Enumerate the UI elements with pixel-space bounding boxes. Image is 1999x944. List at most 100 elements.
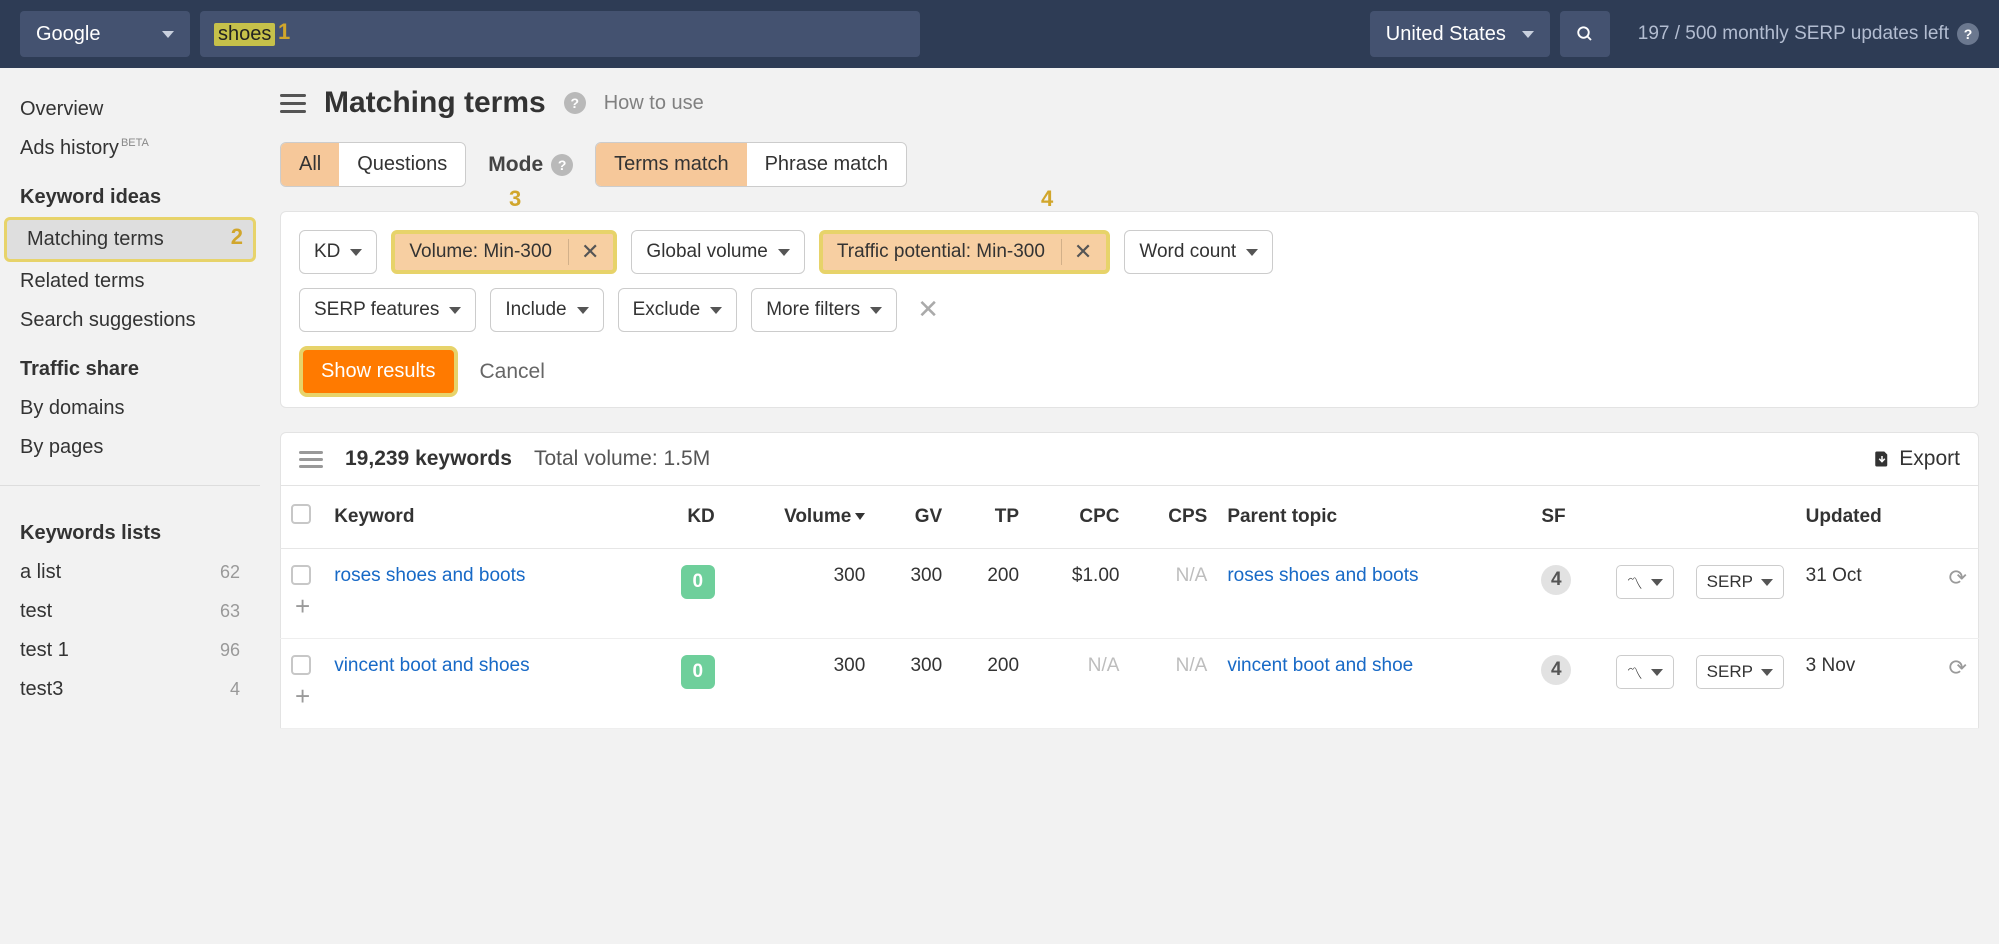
serp-dropdown[interactable]: SERP — [1696, 565, 1784, 599]
sidebar-list-item[interactable]: test 196 — [0, 631, 260, 670]
sidebar-item-label: Overview — [20, 98, 103, 121]
filters-panel: 3 4 KD Volume: Min-300 ✕ Global volume T… — [280, 211, 1979, 408]
cell-tp: 200 — [952, 549, 1029, 639]
chevron-down-icon — [162, 31, 174, 38]
close-icon[interactable]: ✕ — [1061, 239, 1092, 265]
col-keyword[interactable]: Keyword — [324, 486, 644, 549]
list-count: 4 — [230, 679, 240, 700]
cell-tp: 200 — [952, 639, 1029, 729]
search-icon — [1576, 24, 1594, 44]
keyword-link[interactable]: vincent boot and shoes — [334, 655, 529, 676]
filter-traffic-potential[interactable]: Traffic potential: Min-300 ✕ — [819, 230, 1110, 274]
sf-badge: 4 — [1541, 655, 1571, 685]
download-icon — [1873, 449, 1891, 469]
refresh-icon[interactable]: ⟳ — [1949, 655, 1967, 680]
tab-all[interactable]: All — [281, 143, 339, 186]
list-icon[interactable] — [299, 451, 323, 468]
sidebar-list-item[interactable]: test63 — [0, 592, 260, 631]
sidebar-item-label: Ads historyBETA — [20, 137, 149, 160]
keyword-search-input[interactable]: shoes 1 — [200, 11, 920, 57]
row-checkbox[interactable] — [291, 565, 311, 585]
divider — [0, 485, 260, 486]
row-checkbox[interactable] — [291, 655, 311, 675]
col-sf[interactable]: SF — [1531, 486, 1605, 549]
list-count: 63 — [220, 601, 240, 622]
trend-icon: 〽 — [1627, 660, 1643, 684]
show-results-button[interactable]: Show results — [299, 346, 458, 397]
col-kd[interactable]: KD — [645, 486, 725, 549]
help-icon[interactable]: ? — [564, 92, 586, 114]
sidebar-list-item[interactable]: test3 4 — [0, 670, 260, 709]
sidebar-item-label: Matching terms — [27, 228, 164, 251]
table-row: + roses shoes and boots 0 300 300 200 $1… — [281, 549, 1979, 639]
export-button[interactable]: Export — [1873, 447, 1960, 471]
select-all-checkbox[interactable] — [291, 504, 311, 524]
chevron-down-icon — [350, 249, 362, 256]
search-engine-select[interactable]: Google — [20, 11, 190, 57]
parent-topic-link[interactable]: roses shoes and boots — [1227, 565, 1418, 586]
results-header: 19,239 keywords Total volume: 1.5M Expor… — [280, 432, 1979, 486]
annotation-2: 2 — [231, 224, 243, 250]
close-icon[interactable]: ✕ — [568, 239, 599, 265]
cancel-button[interactable]: Cancel — [480, 360, 545, 384]
tab-phrase-match[interactable]: Phrase match — [747, 143, 906, 186]
expand-icon[interactable]: + — [291, 591, 314, 621]
col-cpc[interactable]: CPC — [1029, 486, 1129, 549]
col-parent[interactable]: Parent topic — [1217, 486, 1531, 549]
tab-questions[interactable]: Questions — [339, 143, 465, 186]
serp-dropdown[interactable]: SERP — [1696, 655, 1784, 689]
col-updated[interactable]: Updated — [1796, 486, 1939, 549]
trend-dropdown[interactable]: 〽 — [1616, 565, 1674, 599]
sidebar-item-by-pages[interactable]: By pages — [0, 428, 260, 467]
parent-topic-link[interactable]: vincent boot and shoe — [1227, 655, 1413, 676]
filter-more[interactable]: More filters — [751, 288, 897, 332]
sidebar-item-matching-terms[interactable]: Matching terms 2 — [4, 217, 256, 262]
export-label: Export — [1899, 447, 1960, 471]
expand-icon[interactable]: + — [291, 681, 314, 711]
menu-icon[interactable] — [280, 94, 306, 113]
search-button[interactable] — [1560, 11, 1610, 57]
keyword-link[interactable]: roses shoes and boots — [334, 565, 525, 586]
filter-word-count[interactable]: Word count — [1124, 230, 1273, 274]
filter-exclude[interactable]: Exclude — [618, 288, 738, 332]
cell-updated: 31 Oct — [1796, 549, 1939, 639]
col-volume[interactable]: Volume — [725, 486, 876, 549]
sidebar-item-by-domains[interactable]: By domains — [0, 389, 260, 428]
filter-label: Global volume — [646, 241, 767, 263]
annotation-3: 3 — [509, 186, 521, 212]
sidebar-item-related-terms[interactable]: Related terms — [0, 262, 260, 301]
sidebar-item-search-suggestions[interactable]: Search suggestions — [0, 301, 260, 340]
tab-terms-match[interactable]: Terms match — [596, 143, 746, 186]
list-name: test3 — [20, 678, 63, 701]
filter-label: Volume: Min-300 — [409, 241, 552, 263]
sidebar-item-overview[interactable]: Overview — [0, 90, 260, 129]
main-content: Matching terms ? How to use All Question… — [260, 68, 1999, 729]
filter-include[interactable]: Include — [490, 288, 603, 332]
col-tp[interactable]: TP — [952, 486, 1029, 549]
filter-global-volume[interactable]: Global volume — [631, 230, 804, 274]
trend-icon: 〽 — [1627, 570, 1643, 594]
filter-serp-features[interactable]: SERP features — [299, 288, 476, 332]
filter-label: Traffic potential: Min-300 — [837, 241, 1045, 263]
col-gv[interactable]: GV — [875, 486, 952, 549]
top-bar: Google shoes 1 United States 197 / 500 m… — [0, 0, 1999, 68]
help-icon[interactable]: ? — [551, 154, 573, 176]
trend-dropdown[interactable]: 〽 — [1616, 655, 1674, 689]
sort-desc-icon — [855, 513, 865, 520]
help-icon[interactable]: ? — [1957, 23, 1979, 45]
chevron-down-icon — [1761, 579, 1773, 586]
sidebar-list-item[interactable]: a list62 — [0, 553, 260, 592]
chevron-down-icon — [449, 307, 461, 314]
clear-filters-button[interactable]: ✕ — [911, 288, 945, 332]
list-name: test 1 — [20, 639, 69, 662]
filter-kd[interactable]: KD — [299, 230, 377, 274]
col-cps[interactable]: CPS — [1129, 486, 1217, 549]
cell-gv: 300 — [875, 639, 952, 729]
filter-label: KD — [314, 241, 340, 263]
sidebar-item-ads-history[interactable]: Ads historyBETA — [0, 129, 260, 168]
how-to-use-link[interactable]: How to use — [604, 92, 704, 115]
country-select[interactable]: United States — [1370, 11, 1550, 57]
refresh-icon[interactable]: ⟳ — [1949, 565, 1967, 590]
filter-volume[interactable]: Volume: Min-300 ✕ — [391, 230, 617, 274]
chevron-down-icon — [778, 249, 790, 256]
